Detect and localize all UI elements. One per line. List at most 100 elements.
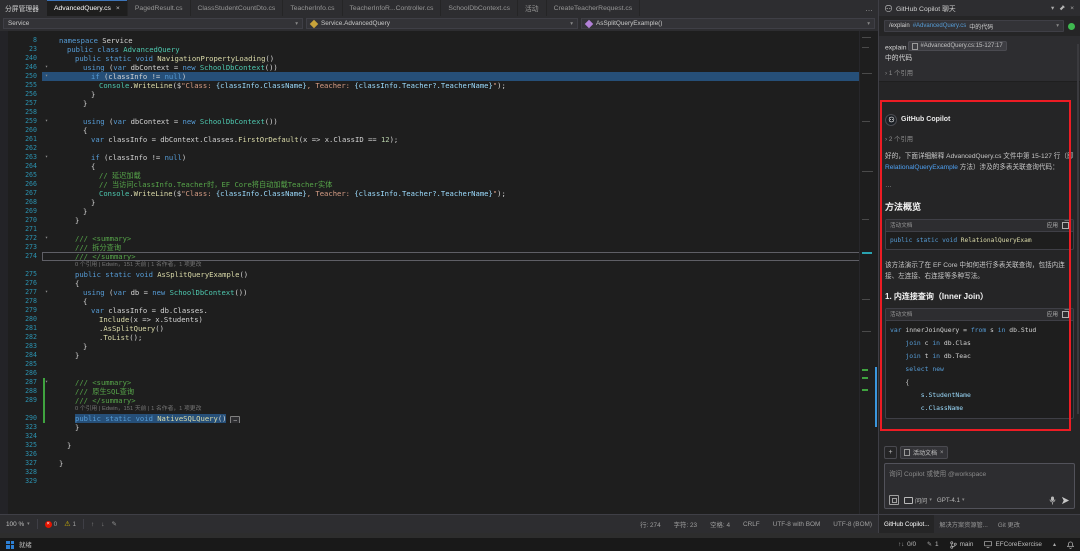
line-number: 280 — [8, 315, 42, 324]
git-branch[interactable]: main — [950, 541, 974, 549]
assistant-paragraph: 好的，下面详细解释 AdvancedQuery.cs 文件中第 15-127 行… — [885, 151, 1074, 174]
encoding-indicator-2: UTF-8 (BOM) — [833, 521, 872, 528]
repo-icon — [984, 541, 992, 548]
close-icon[interactable]: × — [1069, 5, 1075, 12]
editor-tab[interactable]: CreateTeacherRequest.cs — [547, 0, 641, 16]
editor-tab[interactable]: ClassStudentCountDto.cs — [191, 0, 284, 16]
sync-status[interactable]: ↑↓ 0/0 — [898, 541, 916, 548]
panel-header: GitHub Copilot 聊天 ▾ × — [879, 0, 1080, 16]
code-line: 259▾using (var dbContext = new SchoolDbC… — [8, 117, 860, 126]
close-tab-icon[interactable]: × — [116, 5, 120, 12]
editor-tab[interactable]: AdvancedQuery.cs× — [47, 0, 128, 16]
project-name: Service — [8, 20, 29, 27]
fold-marker[interactable]: ▾ — [42, 117, 51, 126]
line-number: 285 — [8, 360, 42, 369]
fold-marker[interactable]: ▾ — [42, 153, 51, 162]
remove-context-icon[interactable]: × — [940, 450, 944, 456]
panel-tab[interactable]: 解决方案资源管... — [934, 515, 992, 533]
method-icon — [585, 19, 593, 27]
mode-dropdown[interactable]: 问问 ▾ — [904, 496, 932, 505]
type-dropdown[interactable]: Service.AdvancedQuery ▾ — [306, 18, 578, 29]
code-lines: 8namespace Service23public class Advance… — [8, 36, 860, 486]
code-line: 284} — [8, 351, 860, 360]
code-line: 280Include(x => x.Students) — [8, 315, 860, 324]
code-line: 323} — [8, 423, 860, 432]
copy-icon[interactable] — [1062, 222, 1069, 229]
line-number: 256 — [8, 90, 42, 99]
chat-bubble-icon — [904, 497, 913, 504]
column-indicator: 字符: 23 — [674, 520, 697, 529]
edit-icon[interactable]: ✎ — [112, 520, 117, 528]
project-dropdown[interactable]: Service ▾ — [3, 18, 303, 29]
codelens-row[interactable]: 0 个引用 | Edwin，151 天前 | 1 名作者，1 项更改 — [8, 405, 860, 414]
warning-count: 1 — [72, 521, 76, 528]
chevron-right-icon: › — [885, 136, 887, 143]
editor-tab[interactable]: PagedResult.cs — [128, 0, 191, 16]
line-number: 261 — [8, 135, 42, 144]
line-number: 288 — [8, 387, 42, 396]
breakpoint-margin[interactable] — [0, 31, 8, 514]
bell-icon[interactable] — [1067, 541, 1074, 549]
line-number: 325 — [8, 441, 42, 450]
chevron-up-icon[interactable]: ▴ — [1053, 541, 1056, 548]
line-number: 265 — [8, 171, 42, 180]
code-editor[interactable]: 8namespace Service23public class Advance… — [0, 31, 878, 514]
references-toggle[interactable]: › 2 个引用 — [885, 134, 1074, 143]
line-number: 327 — [8, 459, 42, 468]
context-chip[interactable]: 活动文档 × — [900, 446, 948, 459]
editor-tab[interactable]: SchoolDbContext.cs — [441, 0, 518, 16]
copy-icon[interactable] — [1062, 311, 1069, 318]
line-number: 268 — [8, 198, 42, 207]
send-button[interactable] — [1061, 496, 1070, 505]
method-link[interactable]: RelationalQueryExample — [885, 164, 958, 171]
apply-button[interactable]: 应用 — [1047, 310, 1058, 318]
git-repo[interactable]: EFCoreExercise — [984, 541, 1042, 548]
chevron-down-icon[interactable]: ▾ — [1050, 4, 1055, 12]
code-line: 274/// </summary> — [8, 252, 860, 261]
mic-icon[interactable] — [1049, 496, 1056, 505]
codelens-row[interactable]: 0 个引用 | Edwin，151 天前 | 1 名作者，1 项更改 — [8, 261, 860, 270]
editor-tab[interactable]: 活动 — [518, 0, 547, 16]
nav-down-icon[interactable]: ↓ — [101, 521, 104, 528]
code-line: 270} — [8, 216, 860, 225]
member-dropdown[interactable]: AsSplitQueryExample() ▾ — [581, 18, 875, 29]
zoom-dropdown[interactable]: 100 % ▾ — [6, 521, 30, 528]
chat-history-dropdown[interactable]: /explain #AdvancedQuery.cs 中的代码 ▾ — [884, 20, 1064, 32]
code-line: 282.ToList(); — [8, 333, 860, 342]
code-line: 262 — [8, 144, 860, 153]
pending-changes[interactable]: ✎ 1 — [927, 541, 939, 548]
nav-up-icon[interactable]: ↑ — [91, 521, 94, 528]
pencil-icon: ✎ — [927, 541, 932, 548]
fold-marker[interactable]: ▾ — [42, 234, 51, 243]
scrollbar-minimap[interactable] — [859, 31, 878, 514]
panel-tab[interactable]: GitHub Copilot... — [879, 515, 934, 533]
editor-tab[interactable]: TeacherInfoR...Controller.cs — [343, 0, 442, 16]
file-reference-chip[interactable]: #AdvancedQuery.cs:15-127:17 — [908, 41, 1006, 51]
editor-tab[interactable]: TeacherInfo.cs — [283, 0, 342, 16]
apply-button[interactable]: 应用 — [1047, 221, 1058, 229]
tab-overflow-button[interactable]: … — [860, 0, 878, 16]
ellipsis-text: … — [885, 182, 1074, 192]
collapsed-region[interactable]: … — [230, 416, 239, 423]
code-block-content: public static void RelationalQueryExam — [886, 232, 1073, 249]
panel-tab[interactable]: Git 更改 — [993, 515, 1025, 533]
divider — [37, 519, 38, 529]
fold-marker[interactable]: ▾ — [42, 72, 51, 81]
fold-marker[interactable]: ▾ — [42, 63, 51, 72]
error-indicator[interactable]: 0 — [45, 521, 58, 528]
chat-input[interactable]: 询问 Copilot 或使用 @workspace 问问 ▾ GPT-4.1 ▾ — [884, 463, 1075, 509]
chat-scrollbar[interactable] — [1077, 44, 1079, 414]
add-context-button[interactable]: + — [884, 446, 897, 459]
code-line: 240public static void NavigationProperty… — [8, 54, 860, 63]
code-block: 活动文档 应用 public static void RelationalQue… — [885, 219, 1074, 250]
pin-icon[interactable] — [1058, 5, 1066, 11]
zoom-level: 100 % — [6, 521, 24, 528]
model-dropdown[interactable]: GPT-4.1 ▾ — [937, 497, 965, 504]
scrollbar-thumb[interactable] — [875, 367, 877, 427]
fold-marker[interactable]: ▾ — [42, 288, 51, 297]
attach-icon[interactable] — [889, 495, 899, 505]
fold-marker[interactable]: ▾ — [42, 378, 51, 387]
references-toggle[interactable]: › 1 个引用 — [885, 68, 1074, 77]
panel-title: GitHub Copilot 聊天 — [896, 3, 1047, 13]
warning-indicator[interactable]: ⚠ 1 — [64, 520, 76, 528]
